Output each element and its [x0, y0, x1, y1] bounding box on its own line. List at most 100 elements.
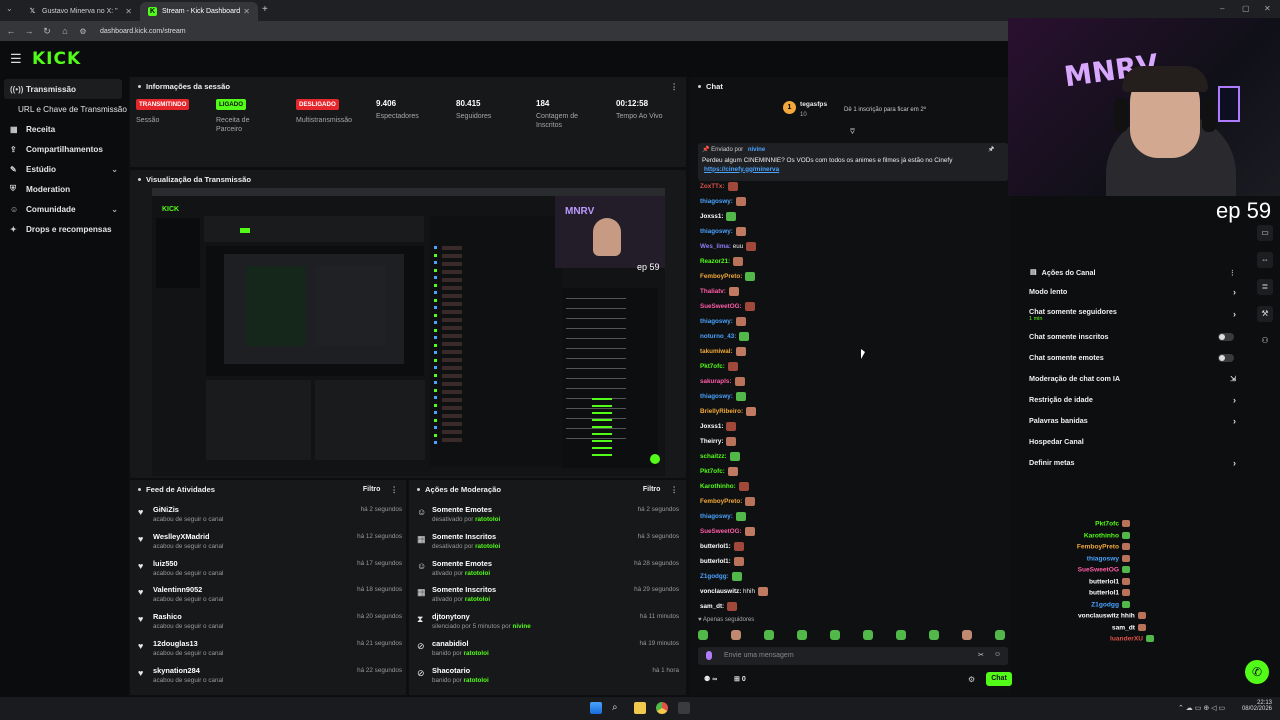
chat-message[interactable]: takumiwal:: [700, 347, 746, 356]
activity-user[interactable]: luiz550: [153, 559, 178, 568]
file-explorer-icon[interactable]: [634, 702, 646, 714]
chat-username[interactable]: thiagoswy:: [700, 198, 733, 205]
chat-message[interactable]: vonclauswitz: hhih: [700, 587, 768, 596]
back-icon[interactable]: ←: [2, 26, 20, 36]
chat-username[interactable]: Theirry:: [700, 438, 723, 445]
support-chat-icon[interactable]: ✆: [1245, 660, 1269, 684]
chat-message[interactable]: Joxss1:: [700, 212, 737, 221]
activity-row[interactable]: ♥ 12douglas13 acabou de seguir o canal há 2…: [138, 638, 402, 665]
chat-username[interactable]: butterlol1:: [700, 543, 731, 550]
activity-user[interactable]: GiNiZis: [153, 505, 179, 514]
url-field[interactable]: dashboard.kick.com/stream: [100, 28, 186, 35]
chat-message[interactable]: Pkt7ofc:: [700, 467, 738, 476]
activity-user[interactable]: WeslleyXMadrid: [153, 532, 210, 541]
filter-button[interactable]: Filtro: [643, 486, 661, 493]
browser-tab-active[interactable]: K Stream - Kick Dashboard ✕: [140, 2, 258, 21]
mod-action-row[interactable]: ⊘ Shacotario banido por ratotoloi há 1 hora: [417, 665, 679, 692]
gift-count[interactable]: ⊞ 0: [734, 675, 746, 683]
kebab-menu-icon[interactable]: ⋮: [670, 82, 678, 91]
chat-username[interactable]: sakurapls:: [700, 378, 732, 385]
reload-icon[interactable]: ↻: [38, 26, 56, 37]
toggle-switch[interactable]: [1218, 332, 1234, 341]
chat-message[interactable]: Z1godgg:: [700, 572, 742, 581]
chat-username[interactable]: BriellyRibeiro:: [700, 408, 743, 415]
tab-list-icon[interactable]: ⌄: [6, 4, 13, 13]
browser-tab[interactable]: 𝕏 Gustavo Minerva no X: " ✕: [20, 2, 140, 21]
emote-icon[interactable]: [797, 630, 807, 640]
send-chat-button[interactable]: Chat: [986, 672, 1012, 686]
chat-message[interactable]: Thaliatv:: [700, 287, 739, 296]
chat-message[interactable]: Joxss1:: [700, 422, 737, 431]
pinned-link[interactable]: https://cinefy.gg/minerva: [704, 166, 779, 173]
sidebar-item-comunidade[interactable]: ☺ Comunidade ⌄: [0, 199, 128, 219]
close-tab-icon[interactable]: ✕: [125, 7, 132, 16]
chat-username[interactable]: Z1godgg:: [700, 573, 729, 580]
app-icon[interactable]: [678, 702, 690, 714]
chat-message[interactable]: BriellyRibeiro:: [700, 407, 757, 416]
layers-icon[interactable]: ≣: [1257, 279, 1273, 295]
activity-row[interactable]: ♥ GiNiZis acabou de seguir o canal há 2 seg…: [138, 504, 402, 531]
chevron-right-icon[interactable]: ›: [1233, 458, 1236, 468]
emote-icon[interactable]: [698, 630, 708, 640]
chat-username[interactable]: takumiwal:: [700, 348, 733, 355]
menu-icon[interactable]: ☰: [10, 51, 24, 67]
chat-username[interactable]: thiagoswy:: [700, 318, 733, 325]
chat-username[interactable]: Reazor21:: [700, 258, 730, 265]
activity-row[interactable]: ♥ WeslleyXMadrid acabou de seguir o canal h…: [138, 531, 402, 558]
channel-action-row[interactable]: Moderação de chat com IA ⇲: [1022, 368, 1244, 389]
users-icon[interactable]: ⚇: [1257, 333, 1273, 349]
chat-message[interactable]: thiagoswy:: [700, 512, 746, 521]
chat-message[interactable]: noturno_43:: [700, 332, 750, 341]
emote-icon[interactable]: [962, 630, 972, 640]
chat-message[interactable]: SueSweetOG:: [700, 527, 755, 536]
activity-row[interactable]: ♥ Valentinn9052 acabou de seguir o canal há…: [138, 584, 402, 611]
sidebar-item-receita[interactable]: ▦ Receita: [0, 119, 128, 139]
chat-message[interactable]: FemboyPreto:: [700, 497, 756, 506]
chat-settings-icon[interactable]: ⚙: [968, 675, 975, 684]
activity-user[interactable]: Valentinn9052: [153, 585, 202, 594]
chat-message[interactable]: thiagoswy:: [700, 227, 746, 236]
emote-picker-icon[interactable]: ✂: [978, 651, 984, 659]
chat-username[interactable]: Wes_lima:: [700, 243, 731, 250]
emote-icon[interactable]: [929, 630, 939, 640]
chat-message[interactable]: schaitzz:: [700, 452, 740, 461]
resize-icon[interactable]: ⇔: [1257, 252, 1273, 268]
moderator-name[interactable]: ratotoloi: [475, 516, 500, 523]
windows-start-icon[interactable]: [590, 702, 602, 714]
unpin-icon[interactable]: 🖈: [988, 145, 994, 156]
close-window-icon[interactable]: ✕: [1264, 4, 1271, 13]
chat-message[interactable]: Wes_lima: euu: [700, 242, 757, 251]
chat-username[interactable]: Joxss1:: [700, 213, 723, 220]
channel-action-row[interactable]: Chat somente seguidores 1 min ›: [1022, 302, 1244, 326]
kebab-menu-icon[interactable]: ⋮: [1229, 268, 1236, 277]
chat-message[interactable]: FemboyPreto:: [700, 272, 756, 281]
toggle-switch[interactable]: [1218, 353, 1234, 362]
chat-username[interactable]: thiagoswy:: [700, 393, 733, 400]
sidebar-item-transmissao[interactable]: ((•)) Transmissão: [4, 79, 122, 99]
maximize-icon[interactable]: ▢: [1242, 4, 1250, 13]
activity-row[interactable]: ♥ luiz550 acabou de seguir o canal há 17 se…: [138, 558, 402, 585]
sidebar-item-compartilhamentos[interactable]: ⇪ Compartilhamentos: [0, 139, 128, 159]
moderator-name[interactable]: ratotoloi: [464, 650, 489, 657]
chat-username[interactable]: FemboyPreto:: [700, 498, 742, 505]
moderator-name[interactable]: ratotoloi: [465, 596, 490, 603]
emoji-icon[interactable]: ☺: [994, 651, 1001, 658]
activity-user[interactable]: skynation284: [153, 666, 200, 675]
moderator-name[interactable]: ratotoloi: [475, 543, 500, 550]
chat-message[interactable]: ZoxTTx:: [700, 182, 738, 191]
kick-logo[interactable]: KICK: [32, 49, 81, 69]
chat-username[interactable]: vonclauswitz:: [700, 588, 741, 595]
kebab-menu-icon[interactable]: ⋮: [390, 485, 398, 494]
channel-action-row[interactable]: Restrição de idade ›: [1022, 389, 1244, 410]
filter-button[interactable]: Filtro: [363, 486, 381, 493]
activity-user[interactable]: Rashico: [153, 612, 182, 621]
wrench-icon[interactable]: ⚒: [1257, 306, 1273, 322]
chat-message[interactable]: Theirry:: [700, 437, 737, 446]
chat-username[interactable]: Thaliatv:: [700, 288, 726, 295]
search-icon[interactable]: ⌕: [612, 702, 624, 714]
chat-username[interactable]: schaitzz:: [700, 453, 727, 460]
chat-message[interactable]: sam_dt:: [700, 602, 738, 611]
activity-row[interactable]: ♥ Rashico acabou de seguir o canal há 20 se…: [138, 611, 402, 638]
close-tab-icon[interactable]: ✕: [243, 7, 250, 16]
chat-username[interactable]: thiagoswy:: [700, 513, 733, 520]
